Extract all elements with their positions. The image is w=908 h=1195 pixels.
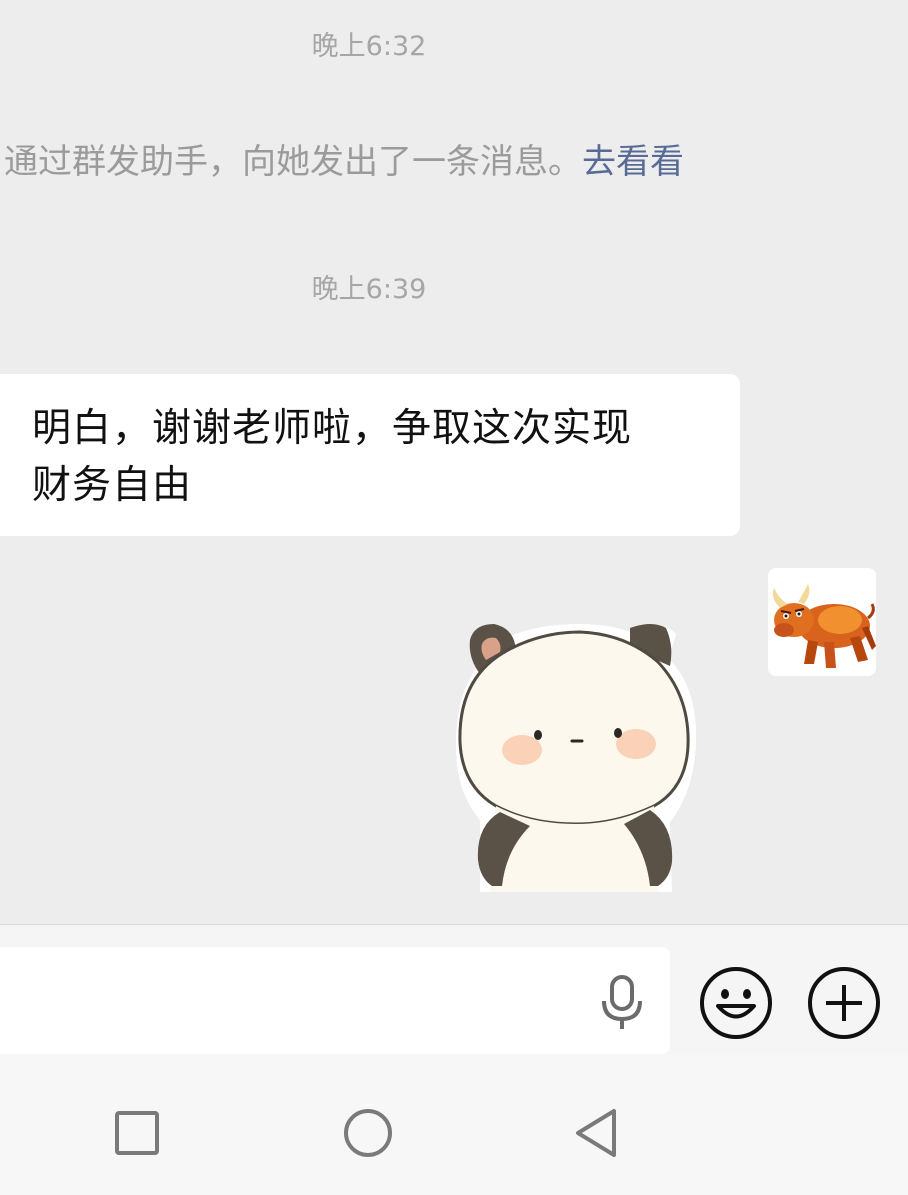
timestamp: 晚上6:32 <box>311 31 427 62</box>
recents-square-icon[interactable] <box>111 1107 163 1159</box>
back-triangle-icon[interactable] <box>572 1107 624 1159</box>
chat-area: 晚上6:32 通过群发助手，向她发出了一条消息。去看看 晚上6:39 明白，谢谢… <box>0 0 908 924</box>
message-line: 明白，谢谢老师啦，争取这次实现 <box>32 406 633 451</box>
microphone-icon[interactable] <box>598 973 646 1033</box>
bull-avatar[interactable] <box>768 568 876 676</box>
system-message-text: 通过群发助手，向她发出了一条消息。 <box>4 142 582 182</box>
message-bubble[interactable]: 明白，谢谢老师啦，争取这次实现 财务自由 <box>0 374 740 536</box>
emoji-icon[interactable] <box>698 965 774 1041</box>
navigation-bar <box>0 1055 908 1195</box>
system-message: 通过群发助手，向她发出了一条消息。去看看 <box>4 138 684 186</box>
view-link[interactable]: 去看看 <box>582 142 684 182</box>
input-bar <box>0 925 908 1055</box>
message-input[interactable] <box>0 947 670 1054</box>
panda-sticker[interactable] <box>440 610 710 892</box>
home-circle-icon[interactable] <box>342 1107 394 1159</box>
timestamp: 晚上6:39 <box>311 274 427 305</box>
message-line: 财务自由 <box>32 463 193 508</box>
plus-icon[interactable] <box>806 965 882 1041</box>
